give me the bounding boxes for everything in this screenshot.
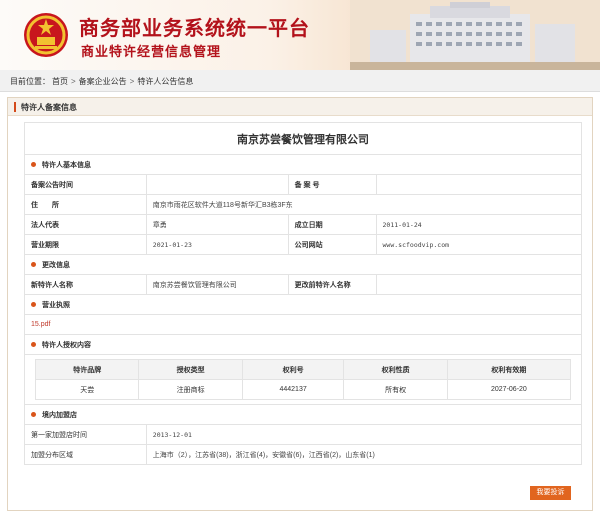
national-emblem-icon (24, 13, 68, 57)
right-nature-cell: 所有权 (343, 379, 448, 400)
complain-button[interactable]: 我要投诉 (530, 486, 571, 500)
column-header: 权利号 (241, 359, 345, 380)
brand-cell: 天尝 (34, 379, 140, 400)
company-name: 南京苏尝餐饮管理有限公司 (24, 122, 582, 155)
term-value: 2021-01-23 (145, 234, 289, 255)
old-name-label: 更改前特许人名称 (287, 274, 377, 295)
legal-rep-label: 法人代表 (24, 214, 147, 235)
bullet-icon (31, 302, 36, 308)
bullet-icon (31, 162, 36, 168)
buildings-image (350, 0, 600, 70)
term-label: 营业期限 (24, 234, 147, 255)
new-name-label: 新特许人名称 (24, 274, 147, 295)
section-license: 营业执照 (24, 294, 582, 315)
platform-subtitle: 商业特许经营信息管理 (81, 44, 222, 59)
address-value: 南京市雨花区软件大道118号新华汇B3栋3F东 (145, 194, 583, 215)
right-no-cell: 4442137 (241, 379, 345, 400)
section-authorization: 特许人授权内容 (24, 334, 582, 355)
authorization-table: 特许品牌 授权类型 权利号 权利性质 权利有效期 天尝 注册商标 4442137… (34, 359, 572, 400)
legal-rep-value: 章勇 (145, 214, 289, 235)
column-header: 授权类型 (138, 359, 243, 380)
breadcrumb-current: 特许人公告信息 (137, 77, 194, 86)
website-value: www.scfoodvip.com (375, 234, 583, 255)
breadcrumb-bar: 目前位置： 首页 > 备案企业公告 > 特许人公告信息 (0, 70, 600, 92)
record-time-label: 备案公告时间 (24, 174, 147, 195)
column-header: 权利性质 (343, 359, 448, 380)
platform-title: 商务部业务系统统一平台 (79, 18, 310, 40)
breadcrumb-announcements-link[interactable]: 备案企业公告 (79, 77, 127, 86)
panel-title: 特许人备案信息 (21, 103, 77, 112)
header-banner: 商务部业务系统统一平台 商业特许经营信息管理 (0, 0, 600, 70)
established-label: 成立日期 (287, 214, 377, 235)
address-label: 住 所 (24, 194, 147, 215)
breadcrumb-label: 目前位置： (10, 77, 50, 86)
license-pdf-link[interactable]: 15.pdf (31, 321, 50, 328)
distribution-value: 上海市（2），江苏省(38)，浙江省(4)，安徽省(6)，江西省(2)，山东省(… (145, 444, 583, 465)
established-value: 2011-01-24 (375, 214, 583, 235)
panel-header-marker (14, 102, 16, 112)
auth-type-cell: 注册商标 (138, 379, 243, 400)
first-store-time-value: 2013-12-01 (145, 424, 583, 445)
record-time-value (145, 174, 289, 195)
table-row: 天尝 注册商标 4442137 所有权 2027-06-20 (34, 379, 572, 400)
record-no-value (375, 174, 583, 195)
breadcrumb: 目前位置： 首页 > 备案企业公告 > 特许人公告信息 (10, 76, 195, 87)
first-store-time-label: 第一家加盟店时间 (24, 424, 147, 445)
validity-cell: 2027-06-20 (446, 379, 572, 400)
section-domestic-stores: 境内加盟店 (24, 404, 582, 425)
website-label: 公司网站 (287, 234, 377, 255)
distribution-label: 加盟分布区域 (24, 444, 147, 465)
bullet-icon (31, 412, 36, 418)
record-panel: 特许人备案信息 南京苏尝餐饮管理有限公司 特许人基本信息 备案公告时间 备 案 … (7, 97, 593, 511)
panel-header: 特许人备案信息 (8, 98, 592, 116)
authorization-table-cell: 特许品牌 授权类型 权利号 权利性质 权利有效期 天尝 注册商标 4442137… (24, 354, 582, 405)
record-no-label: 备 案 号 (287, 174, 377, 195)
bullet-icon (31, 262, 36, 268)
section-change-info: 更改信息 (24, 254, 582, 275)
breadcrumb-home-link[interactable]: 首页 (52, 77, 68, 86)
license-file-cell: 15.pdf (24, 314, 582, 335)
new-name-value: 南京苏尝餐饮管理有限公司 (145, 274, 289, 295)
column-header: 权利有效期 (446, 359, 572, 380)
column-header: 特许品牌 (34, 359, 140, 380)
record-table: 南京苏尝餐饮管理有限公司 特许人基本信息 备案公告时间 备 案 号 住 所 南京… (24, 122, 583, 465)
breadcrumb-separator: > (129, 77, 135, 86)
breadcrumb-separator: > (71, 77, 76, 86)
section-basic-info: 特许人基本信息 (24, 154, 582, 175)
bullet-icon (31, 342, 36, 348)
old-name-value (375, 274, 583, 295)
